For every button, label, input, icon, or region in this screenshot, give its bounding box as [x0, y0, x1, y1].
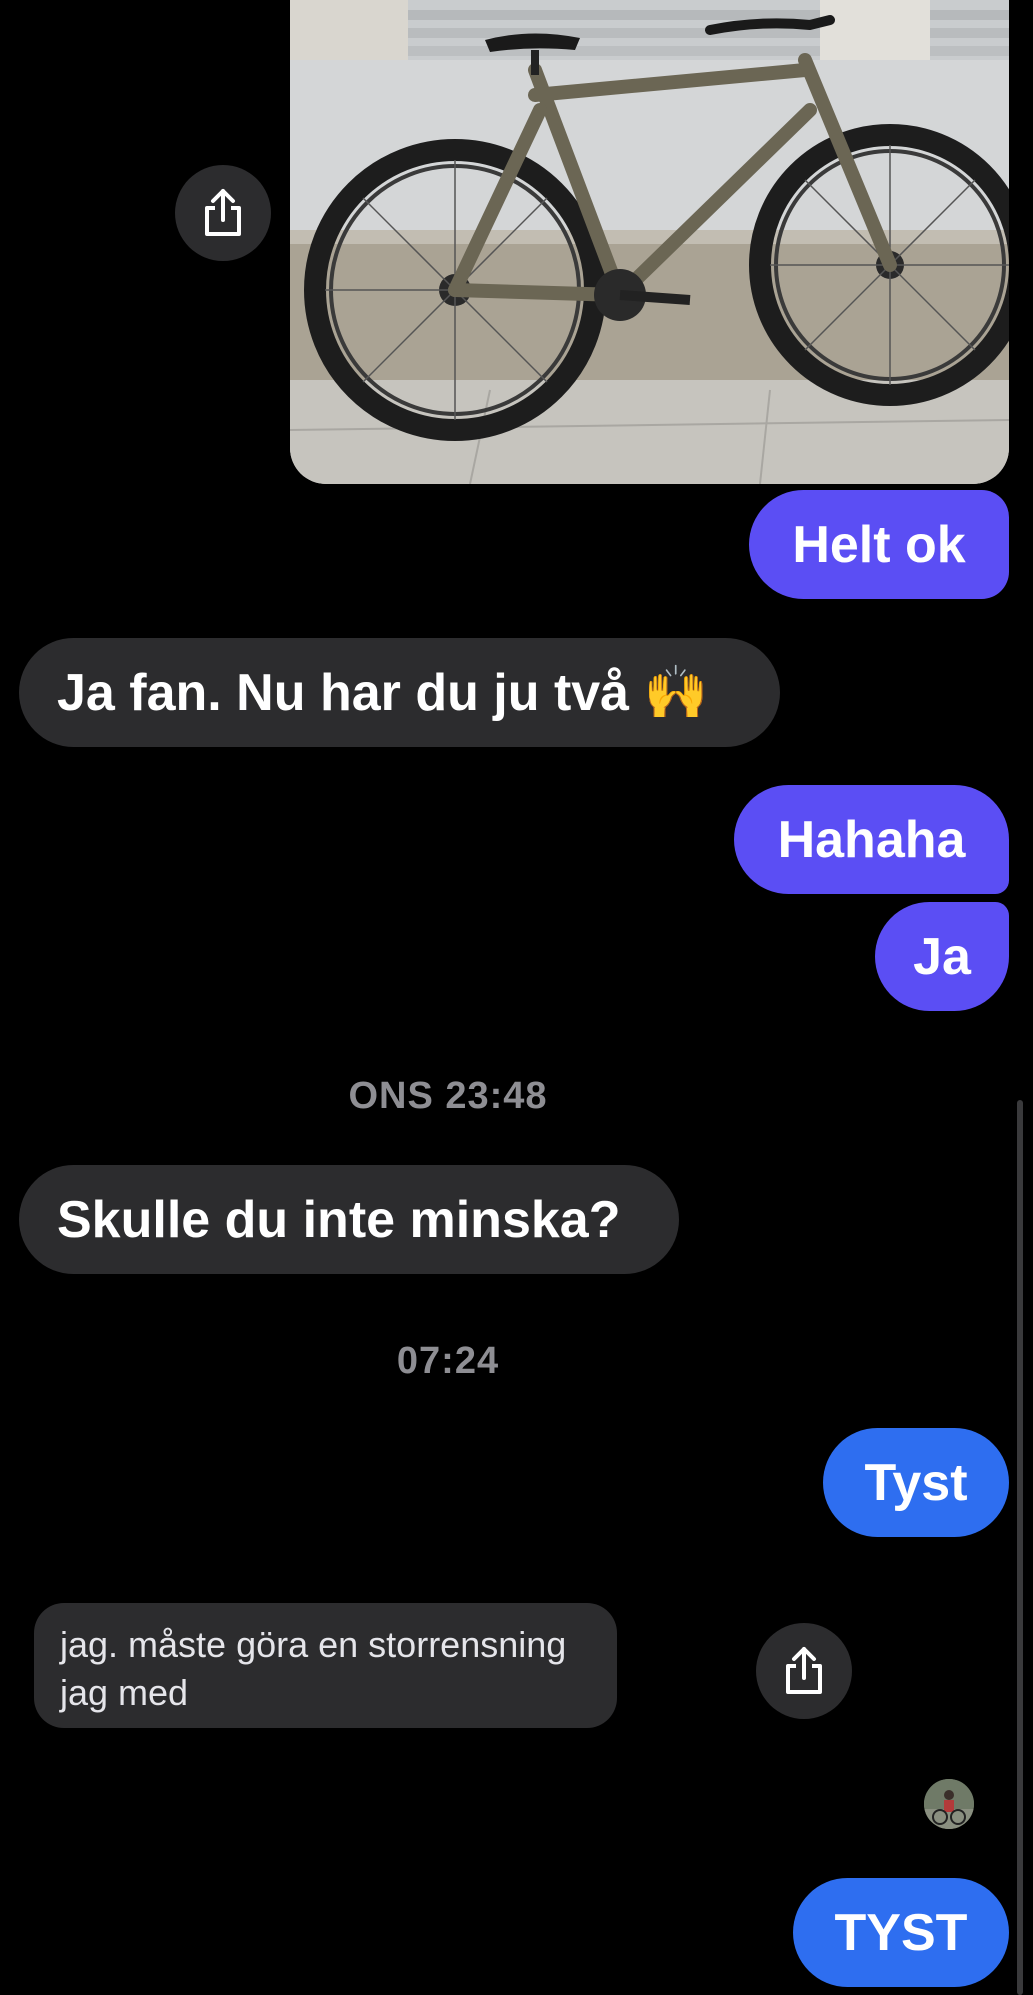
share-icon [786, 1647, 822, 1694]
message-outgoing[interactable]: Tyst [823, 1428, 1009, 1537]
message-text: Helt ok [792, 515, 966, 574]
share-button-message[interactable] [756, 1623, 852, 1719]
photo-message[interactable] [290, 0, 1009, 484]
timestamp: ONS 23:48 [348, 1075, 548, 1117]
avatar [924, 1779, 974, 1829]
timestamp: 07:24 [396, 1340, 500, 1382]
message-incoming[interactable]: Skulle du inte minska? [19, 1165, 679, 1274]
message-text: Hahaha [777, 810, 966, 869]
message-outgoing[interactable]: Ja [875, 902, 1009, 1011]
share-button-photo[interactable] [175, 165, 271, 261]
message-text-line: jag. måste göra en storrensning [60, 1624, 567, 1665]
message-text: TYST [834, 1903, 968, 1962]
message-outgoing[interactable]: Helt ok [749, 490, 1009, 599]
bicycle-photo [290, 0, 1009, 484]
scrollbar[interactable] [1017, 1100, 1023, 1995]
message-incoming[interactable]: Ja fan. Nu har du ju två 🙌 [19, 638, 780, 747]
message-text: Ja [913, 927, 971, 986]
message-text: Tyst [864, 1453, 968, 1512]
message-text: Ja fan. Nu har du ju två 🙌 [57, 663, 709, 722]
message-incoming-shared[interactable]: jag. måste göra en storrensning jag med [34, 1603, 617, 1728]
message-text: Skulle du inte minska? [57, 1190, 621, 1249]
message-outgoing[interactable]: TYST [793, 1878, 1009, 1987]
message-text-line: jag med [60, 1672, 189, 1713]
share-icon [205, 189, 241, 236]
message-outgoing[interactable]: Hahaha [734, 785, 1009, 894]
